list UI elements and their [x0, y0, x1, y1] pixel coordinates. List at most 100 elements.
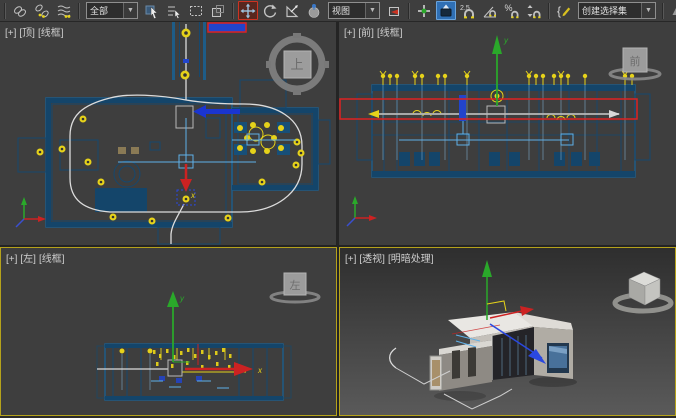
viewport-view-button[interactable]: [前] — [358, 28, 374, 39]
select-and-link-button[interactable] — [10, 1, 30, 20]
select-by-name-icon — [166, 3, 182, 19]
chevron-down-icon: ▼ — [365, 3, 379, 18]
snap-toggle-button[interactable]: 2.5 — [458, 1, 478, 20]
selection-filter-dropdown[interactable]: 全部▼ — [86, 2, 138, 19]
transform-gizmo[interactable]: x — [180, 164, 196, 200]
mirror-button[interactable] — [668, 1, 676, 20]
named-selection-sets-value: 创建选择集 — [582, 4, 639, 17]
select-and-scale-button[interactable] — [282, 1, 302, 20]
select-by-name-button[interactable] — [164, 1, 184, 20]
transform-gizmo[interactable]: y x — [167, 291, 263, 376]
rectangular-selection-region-icon — [188, 3, 204, 19]
shaded-model — [430, 312, 577, 401]
perspective-scene — [340, 248, 675, 415]
reference-coordinate-system-dropdown[interactable]: 视图▼ — [328, 2, 380, 19]
viewport-shading-button[interactable]: [线框] — [38, 28, 64, 39]
floor-plan-furniture — [60, 118, 220, 212]
viewport-shading-button[interactable]: [线框] — [377, 28, 403, 39]
unlink-selection-button[interactable] — [32, 1, 52, 20]
viewcube[interactable]: 左 — [271, 273, 319, 302]
viewport-left-label: [+][左][线框] — [6, 250, 68, 265]
keyboard-shortcut-override-button[interactable] — [436, 1, 456, 20]
snap-magnet-icon: 2.5 — [459, 3, 477, 19]
viewport-front[interactable]: [+][前][线框] — [339, 22, 676, 245]
bind-to-space-warp-button[interactable] — [54, 1, 74, 20]
svg-text:上: 上 — [290, 57, 303, 72]
world-axis-tripod — [16, 197, 46, 227]
reference-coordinate-system-value: 视图 — [332, 4, 363, 17]
viewport-view-button[interactable]: [顶] — [19, 28, 35, 39]
path-direction-arrow — [193, 105, 240, 118]
percent-snap-icon: % — [504, 3, 520, 19]
chairs — [399, 152, 600, 166]
select-and-place-button[interactable] — [304, 1, 324, 20]
mirror-icon — [670, 3, 676, 19]
svg-text:y: y — [503, 36, 509, 45]
viewport-menu-button[interactable]: [+] — [345, 254, 356, 265]
edit-named-selection-sets-button[interactable]: { — [554, 1, 574, 20]
spinner-snap-button[interactable] — [524, 1, 544, 20]
rectangular-selection-region-button[interactable] — [186, 1, 206, 20]
viewport-top[interactable]: [+][顶][线框] — [0, 22, 336, 245]
window-crossing-button[interactable] — [208, 1, 228, 20]
top-view-scene: x 上 — [0, 22, 336, 245]
select-and-scale-icon — [284, 3, 300, 19]
viewport-shading-button[interactable]: [明暗处理] — [388, 254, 434, 265]
select-and-manipulate-button[interactable] — [414, 1, 434, 20]
use-pivot-point-center-icon — [386, 3, 402, 19]
toolbar-separator — [548, 3, 550, 19]
viewcube[interactable]: 前 — [610, 48, 660, 79]
viewport-menu-button[interactable]: [+] — [6, 254, 17, 265]
spinner-snap-icon — [526, 3, 542, 19]
camera-path-spline — [70, 24, 305, 244]
keyboard-override-icon — [438, 3, 454, 19]
window-crossing-icon — [210, 3, 226, 19]
select-and-move-icon — [240, 3, 256, 19]
selection-filter-value: 全部 — [90, 4, 121, 17]
viewport-view-button[interactable]: [左] — [20, 254, 36, 265]
svg-text:左: 左 — [290, 279, 301, 292]
viewport-left[interactable]: [+][左][线框] y x — [0, 247, 337, 416]
select-and-place-icon — [306, 3, 322, 19]
main-toolbar: 全部▼ 视图▼ 2.5 % { 创建选择集▼ — [0, 0, 676, 22]
select-and-link-icon — [12, 3, 28, 19]
svg-text:x: x — [257, 366, 263, 375]
selection-region-highlight — [340, 99, 637, 119]
select-and-rotate-button[interactable] — [260, 1, 280, 20]
select-and-move-button[interactable] — [238, 1, 258, 20]
toolbar-separator — [4, 3, 6, 19]
svg-text:y: y — [179, 294, 185, 303]
svg-text:前: 前 — [630, 54, 641, 68]
toolbar-separator — [662, 3, 664, 19]
viewport-top-label: [+][顶][线框] — [5, 24, 67, 39]
edit-named-selection-sets-icon: { — [556, 3, 572, 19]
viewcube[interactable]: 上 — [266, 33, 329, 95]
viewport-view-button[interactable]: [透视] — [359, 254, 385, 265]
svg-text:{: { — [557, 4, 561, 18]
ceiling-lights-cluster — [234, 122, 290, 155]
bind-to-space-warp-icon — [56, 3, 72, 19]
viewport-front-label: [+][前][线框] — [344, 24, 406, 39]
world-axis-tripod — [347, 196, 377, 226]
select-object-button[interactable] — [142, 1, 162, 20]
unlink-selection-icon — [34, 3, 50, 19]
viewcube[interactable] — [615, 272, 671, 311]
select-and-manipulate-icon — [416, 3, 432, 19]
left-view-scene: y x 左 — [1, 248, 336, 415]
toolbar-separator — [232, 3, 234, 19]
front-view-scene: y 前 — [339, 22, 676, 245]
light-glyphs — [380, 71, 634, 85]
viewport-perspective[interactable]: [+][透视][明暗处理] — [339, 247, 676, 416]
angle-snap-icon — [482, 3, 498, 19]
viewport-menu-button[interactable]: [+] — [5, 28, 16, 39]
use-pivot-point-center-button[interactable] — [384, 1, 404, 20]
percent-snap-button[interactable]: % — [502, 1, 522, 20]
transform-gizmo[interactable]: y — [492, 35, 509, 106]
viewport-shading-button[interactable]: [线框] — [39, 254, 65, 265]
named-selection-sets-dropdown[interactable]: 创建选择集▼ — [578, 2, 656, 19]
chevron-down-icon: ▼ — [123, 3, 137, 18]
viewport-menu-button[interactable]: [+] — [344, 28, 355, 39]
viewport-perspective-label: [+][透视][明暗处理] — [345, 250, 437, 265]
angle-snap-button[interactable] — [480, 1, 500, 20]
toolbar-separator — [408, 3, 410, 19]
